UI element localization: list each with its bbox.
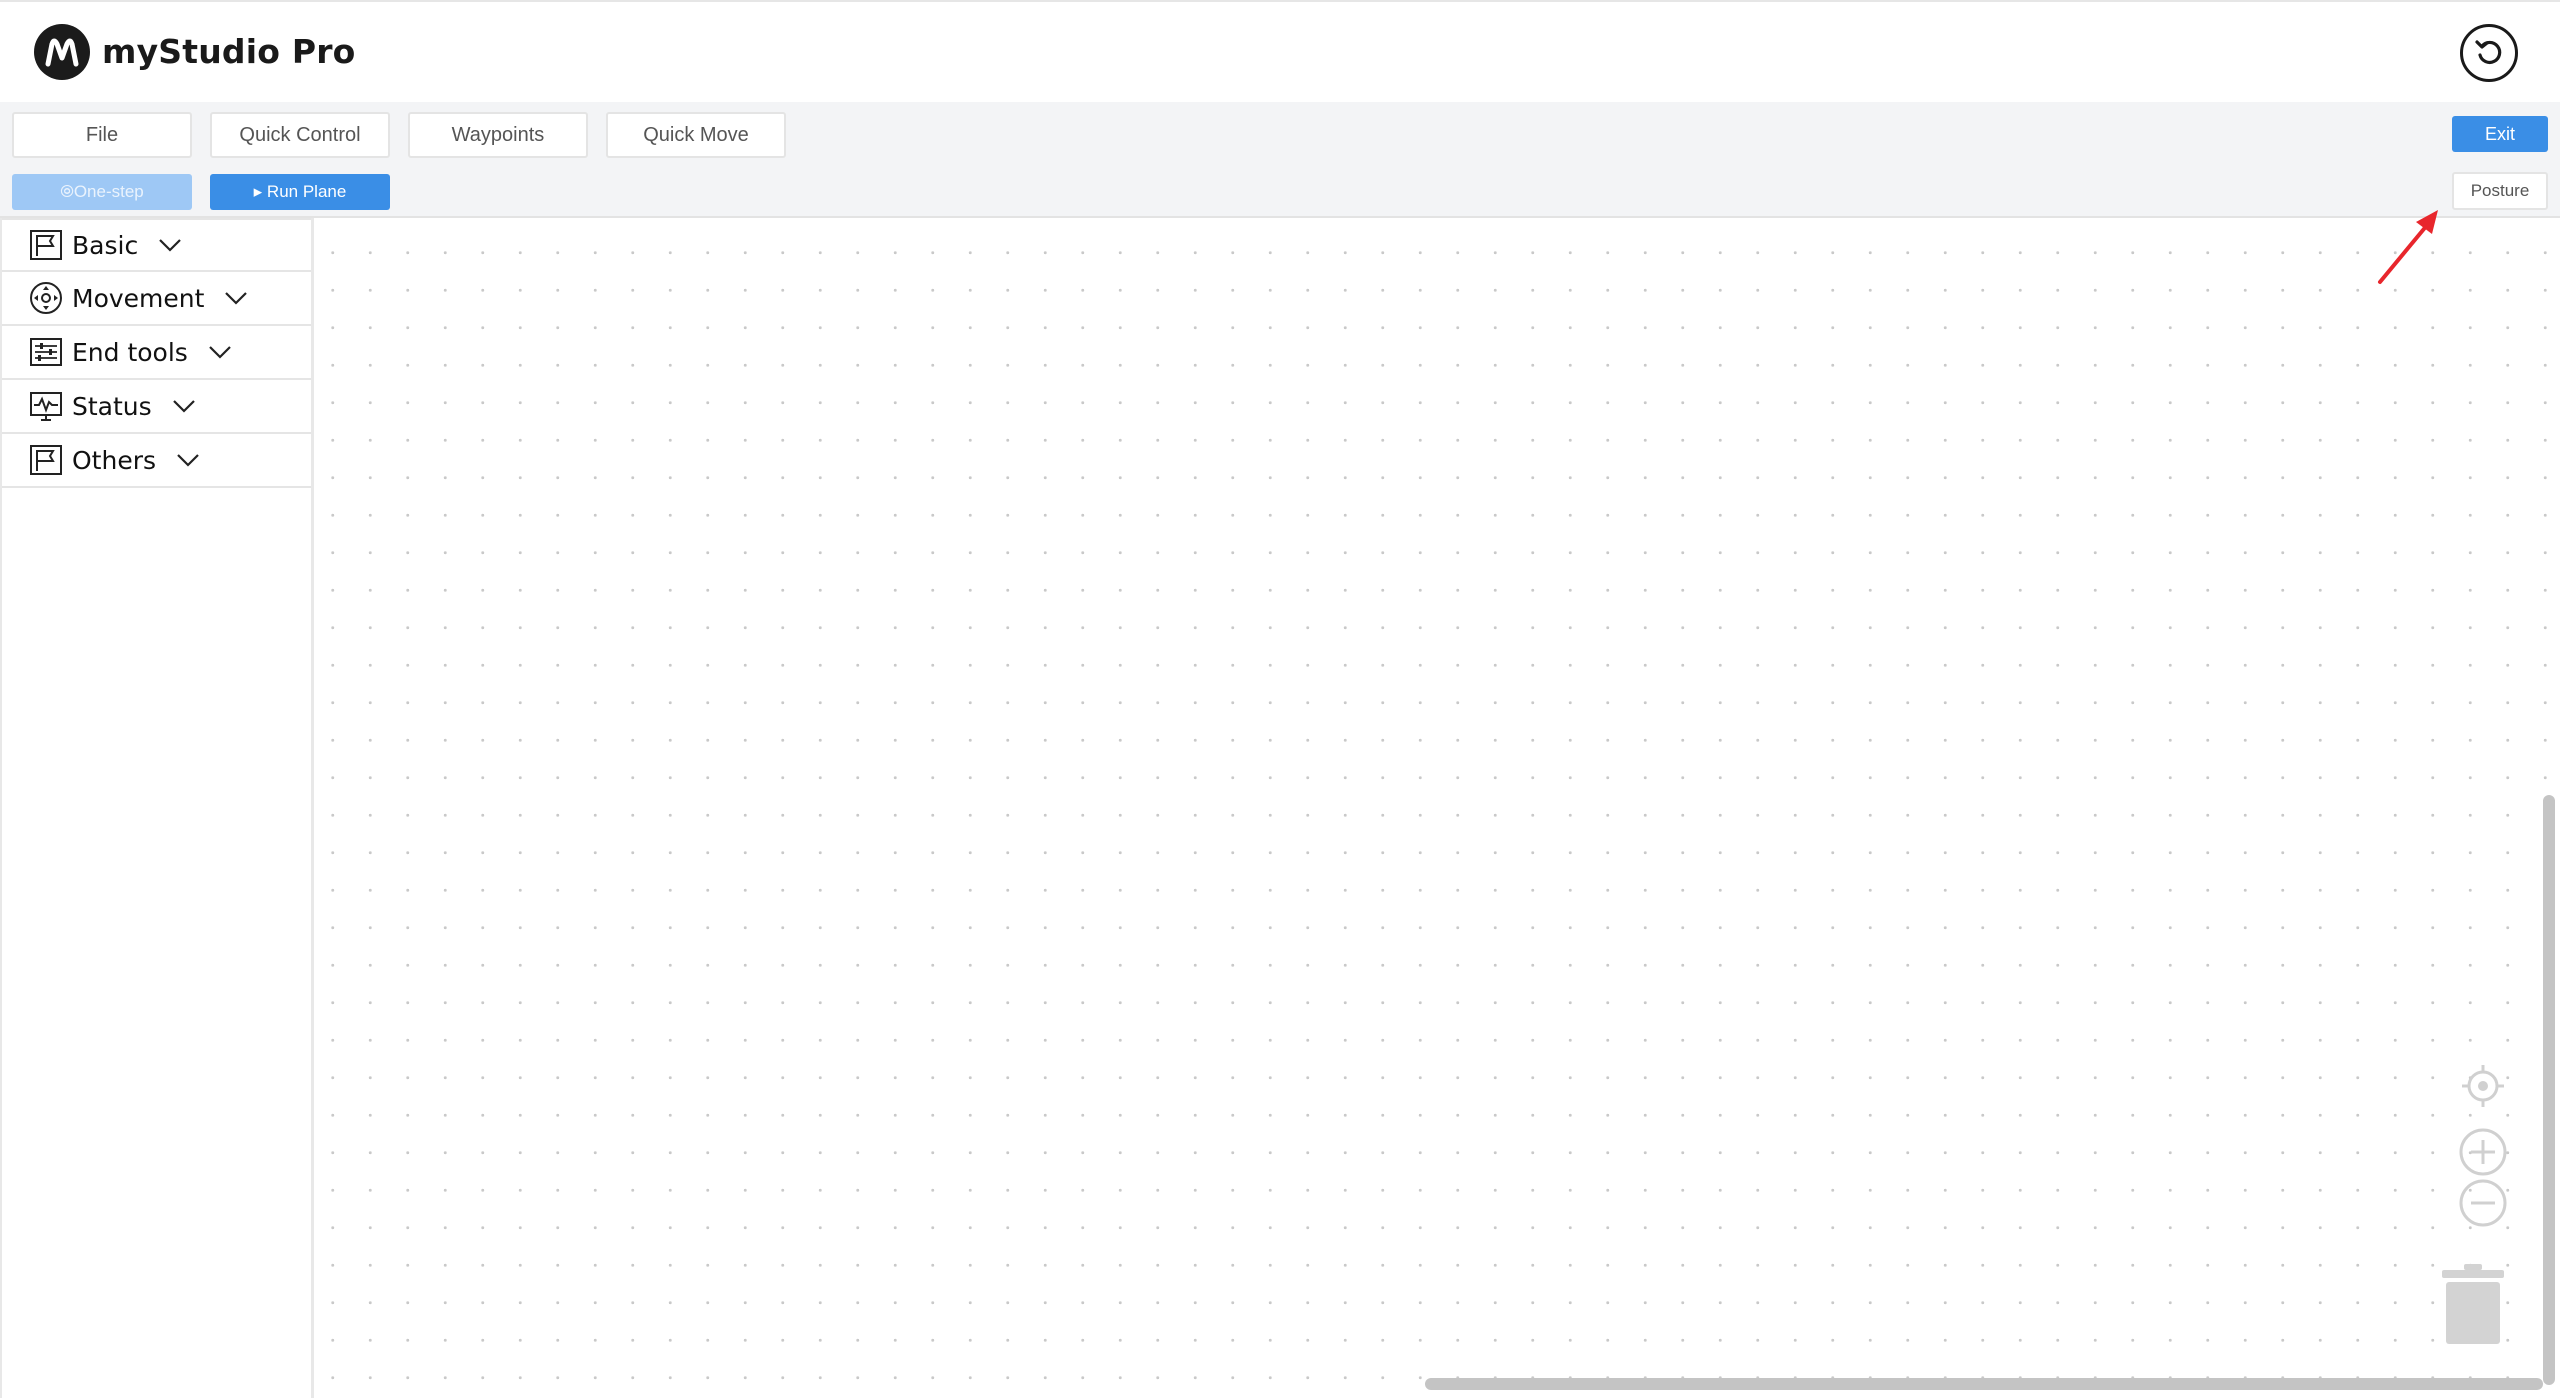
locate-center-button[interactable]	[2460, 1063, 2506, 1114]
chevron-down-icon	[176, 452, 200, 468]
horizontal-scrollbar[interactable]	[1425, 1378, 2543, 1390]
category-label: Basic	[72, 230, 139, 260]
zoom-in-button[interactable]	[2458, 1127, 2508, 1182]
category-end-tools[interactable]: End tools	[2, 326, 311, 380]
category-basic[interactable]: Basic	[2, 218, 311, 272]
trash-icon	[2442, 1264, 2504, 1344]
app-header: myStudio Pro	[0, 0, 2560, 102]
chevron-down-icon	[208, 344, 232, 360]
file-menu-button[interactable]: File	[12, 112, 192, 158]
category-status[interactable]: Status	[2, 380, 311, 434]
zoom-out-button[interactable]	[2458, 1178, 2508, 1233]
run-plane-button[interactable]: ▸ Run Plane	[210, 174, 390, 210]
category-label: Others	[72, 445, 157, 475]
chevron-down-icon	[224, 290, 248, 306]
category-others[interactable]: Others	[2, 434, 311, 488]
chevron-down-icon	[158, 237, 182, 253]
logo-icon	[34, 24, 90, 80]
quick-move-menu-button[interactable]: Quick Move	[606, 112, 786, 158]
posture-button[interactable]: Posture	[2452, 172, 2548, 210]
undo-icon	[2475, 40, 2502, 65]
undo-button[interactable]	[2460, 24, 2518, 82]
flag-icon	[28, 442, 64, 478]
quick-control-menu-button[interactable]: Quick Control	[210, 112, 390, 158]
category-label: End tools	[72, 337, 188, 367]
waypoints-menu-button[interactable]: Waypoints	[408, 112, 588, 158]
toolbar: File Quick Control Waypoints Quick Move …	[0, 102, 2560, 218]
sliders-icon	[28, 334, 64, 370]
monitor-pulse-icon	[28, 388, 64, 424]
zoom-out-icon	[2459, 1179, 2507, 1227]
vertical-scrollbar[interactable]	[2543, 795, 2555, 1385]
category-label: Movement	[72, 283, 205, 313]
exit-button[interactable]: Exit	[2452, 116, 2548, 152]
trash-button[interactable]	[2440, 1262, 2506, 1351]
annotation-arrow-icon	[2370, 200, 2450, 295]
category-movement[interactable]: Movement	[2, 272, 311, 326]
move-icon	[28, 280, 64, 316]
zoom-in-icon	[2459, 1128, 2507, 1176]
workspace-canvas[interactable]	[314, 218, 2560, 1398]
chevron-down-icon	[172, 398, 196, 414]
block-category-sidebar: Basic Movement End tools Status Others	[0, 218, 314, 1398]
locate-icon	[2462, 1065, 2504, 1107]
app-title: myStudio Pro	[102, 32, 356, 71]
flag-icon	[28, 227, 64, 263]
one-step-button[interactable]: ⦾One-step	[12, 174, 192, 210]
category-label: Status	[72, 391, 152, 421]
